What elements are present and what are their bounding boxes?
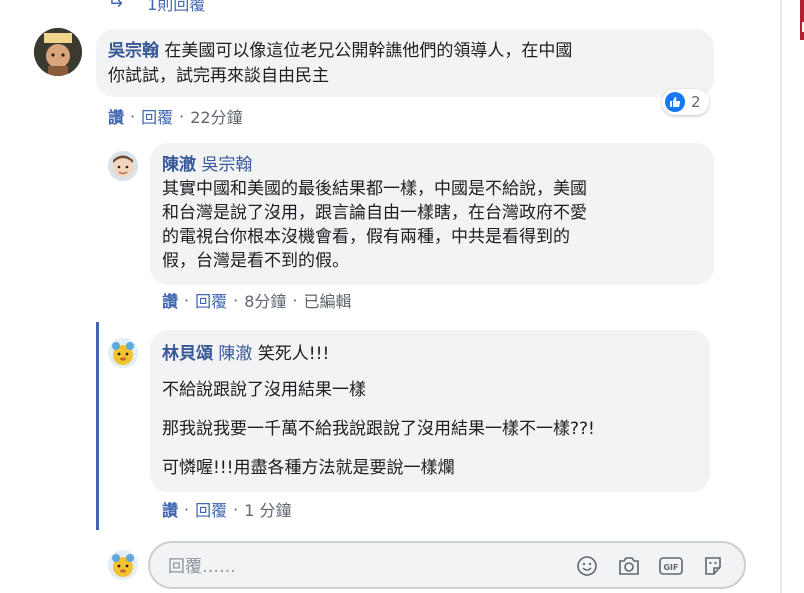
reaction-count-badge[interactable]: 2 [662,89,709,115]
separator-dot: · [184,290,190,310]
reply-timestamp[interactable]: 8分鐘 [244,288,286,312]
comment-author[interactable]: 吳宗翰 [108,41,159,61]
reaction-count: 2 [691,93,701,111]
previous-replies-link[interactable]: ↵ 1則回覆 [108,0,205,14]
reply-arrow-icon: ↵ [108,0,124,14]
mention-link[interactable]: 陳澈 [218,344,252,364]
reply-text-line: 假，台灣是看不到的假。 [162,251,349,271]
reply-text-line: 和台灣是說了沒用，跟言論自由一樣瞎，在台灣政府不愛 [162,203,587,223]
separator-dot: · [292,290,298,310]
gif-icon[interactable]: GIF [658,554,684,578]
reply-bubble: 陳澈 吳宗翰 其實中國和美國的最後結果都一樣，中國是不給說，美國 和台灣是說了沒… [150,143,714,285]
reply-author[interactable]: 林貝頌 [162,344,213,364]
like-icon [665,92,685,112]
reply-actions: 讚 · 回覆 · 8分鐘 · 已編輯 [162,288,352,312]
reply-composer: GIF [148,541,746,589]
comment-text-line2: 你試試，試完再來談自由民主 [108,66,329,86]
comment-bubble: 吳宗翰 在美國可以像這位老兄公開幹譙他們的領導人，在中國 你試試，試完再來談自由… [96,29,714,97]
comment-actions: 讚 · 回覆 · 22分鐘 [108,104,243,128]
avatar[interactable] [34,28,82,76]
separator-dot: · [184,499,190,519]
reply-paragraph: 不給說跟說了沒用結果一樣 [162,380,366,400]
sticker-icon[interactable] [700,554,726,578]
avatar[interactable] [108,338,138,368]
reply-paragraph: 可憐喔!!!用盡各種方法就是要說一樣爛 [162,458,455,478]
avatar[interactable] [108,151,138,181]
like-button[interactable]: 讚 [162,497,178,521]
thread-highlight-line [96,322,99,530]
camera-icon[interactable] [616,554,642,578]
reply-text: 笑死人!!! [257,344,330,364]
comments-panel: ↵ 1則回覆 吳宗翰 在美國可以像這位老兄公開幹譙他們的領導人，在中國 你試試，… [0,0,780,593]
current-user-avatar [108,550,138,580]
reply-button[interactable]: 回覆 [141,104,173,128]
svg-text:GIF: GIF [663,563,678,572]
like-button[interactable]: 讚 [108,104,124,128]
previous-replies-label: 1則回覆 [147,0,206,14]
reply-actions: 讚 · 回覆 · 1 分鐘 [162,497,292,521]
reply-button[interactable]: 回覆 [195,288,227,312]
like-button[interactable]: 讚 [162,288,178,312]
separator-dot: · [130,106,136,126]
reply-text-line: 的電視台你根本沒機會看，假有兩種，中共是看得到的 [162,227,570,247]
reply-text-line: 其實中國和美國的最後結果都一樣，中國是不給說，美國 [162,179,587,199]
reply-timestamp[interactable]: 1 分鐘 [244,497,291,521]
mention-link[interactable]: 吳宗翰 [201,155,252,175]
sidebar-thumbnail [800,0,804,40]
separator-dot: · [179,106,185,126]
reply-button[interactable]: 回覆 [195,497,227,521]
right-sidebar-clipped [782,0,804,593]
reply-paragraph: 那我說我要一千萬不給我說跟說了沒用結果一樣不一樣??! [162,419,595,439]
separator-dot: · [233,290,239,310]
reply-bubble: 林貝頌 陳澈 笑死人!!! 不給說跟說了沒用結果一樣 那我說我要一千萬不給我說跟… [150,330,710,492]
edited-label[interactable]: 已編輯 [304,288,352,312]
reply-input[interactable] [166,553,550,581]
comment-text: 在美國可以像這位老兄公開幹譙他們的領導人，在中國 [164,41,573,61]
reply-author[interactable]: 陳澈 [162,155,196,175]
separator-dot: · [233,499,239,519]
emoji-icon[interactable] [574,554,600,578]
comment-timestamp[interactable]: 22分鐘 [190,104,242,128]
